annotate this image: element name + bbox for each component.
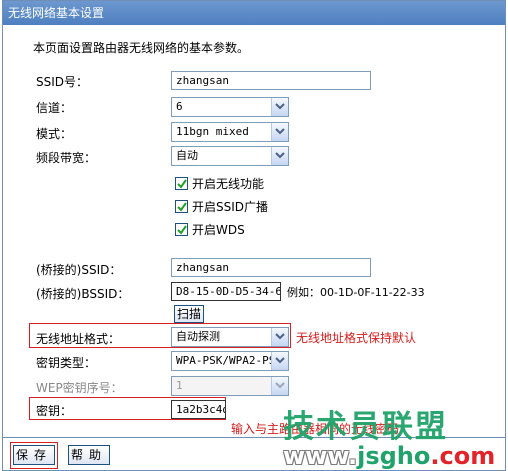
checkmark-icon — [177, 179, 187, 189]
enable-wireless-label: 开启无线功能 — [192, 177, 265, 191]
ssid-input[interactable]: zhangsan — [171, 71, 371, 90]
page-description: 本页面设置路由器无线网络的基本参数。 — [33, 41, 250, 55]
checkmark-icon — [177, 202, 187, 212]
mode-label: 模式： — [36, 127, 73, 141]
key-input[interactable]: 1a2b3c4d — [171, 400, 226, 419]
channel-select[interactable]: 6 — [171, 97, 289, 117]
addr-format-select[interactable]: 自动探测 — [171, 327, 289, 347]
watermark-url-mid: jsgho — [357, 442, 431, 470]
bssid-example: 例如：00-1D-0F-11-22-33 — [287, 286, 425, 299]
enable-ssid-broadcast-label: 开启SSID广播 — [192, 200, 269, 214]
ssid-label: SSID号： — [36, 75, 89, 89]
watermark-brand: 技术员联盟 — [283, 409, 448, 445]
key-type-select-value: WPA-PSK/WPA2-PSK — [176, 354, 282, 367]
bandwidth-select[interactable]: 自动 — [171, 146, 289, 166]
scan-button[interactable]: 扫描 — [174, 305, 204, 323]
bandwidth-select-value: 自动 — [176, 149, 198, 162]
enable-wds-label: 开启WDS — [192, 223, 245, 237]
enable-wireless-checkbox[interactable] — [175, 177, 188, 190]
chevron-down-icon[interactable] — [271, 98, 288, 116]
bridge-ssid-input[interactable]: zhangsan — [171, 258, 371, 277]
key-type-select[interactable]: WPA-PSK/WPA2-PSK — [171, 351, 289, 371]
checkmark-icon — [177, 225, 187, 235]
addr-format-note: 无线地址格式保持默认 — [296, 331, 417, 345]
bridge-bssid-label: (桥接的)BSSID： — [36, 287, 130, 301]
wep-index-label: WEP密钥序号： — [36, 381, 123, 395]
watermark-url-prefix: www. — [283, 442, 358, 470]
key-type-label: 密钥类型： — [36, 356, 97, 370]
help-button[interactable]: 帮助 — [68, 445, 110, 465]
settings-panel: 无线网络基本设置 本页面设置路由器无线网络的基本参数。 SSID号： zhang… — [2, 0, 506, 471]
mode-select[interactable]: 11bgn mixed — [171, 122, 289, 142]
wep-index-select: 1 — [171, 376, 289, 396]
bridge-bssid-input[interactable]: D8-15-0D-D5-34-6A — [171, 282, 281, 301]
watermark-url: www.jsgho.com — [283, 442, 495, 470]
watermark-url-suffix: .com — [430, 442, 496, 470]
save-button[interactable]: 保存 — [13, 445, 55, 465]
channel-select-value: 6 — [176, 100, 183, 113]
enable-ssid-broadcast-checkbox[interactable] — [175, 200, 188, 213]
mode-select-value: 11bgn mixed — [176, 125, 249, 138]
bridge-ssid-label: (桥接的)SSID： — [36, 263, 122, 277]
chevron-down-icon — [271, 377, 288, 395]
bandwidth-label: 频段带宽： — [36, 151, 97, 165]
channel-label: 信道： — [36, 101, 73, 115]
addr-format-select-value: 自动探测 — [176, 330, 220, 343]
chevron-down-icon[interactable] — [271, 147, 288, 165]
addr-format-label: 无线地址格式： — [36, 332, 121, 346]
chevron-down-icon[interactable] — [271, 352, 288, 370]
chevron-down-icon[interactable] — [271, 328, 288, 346]
enable-wds-checkbox[interactable] — [175, 223, 188, 236]
key-label: 密钥： — [36, 404, 73, 418]
chevron-down-icon[interactable] — [271, 123, 288, 141]
page-title: 无线网络基本设置 — [3, 1, 505, 25]
wep-index-select-value: 1 — [176, 379, 183, 392]
